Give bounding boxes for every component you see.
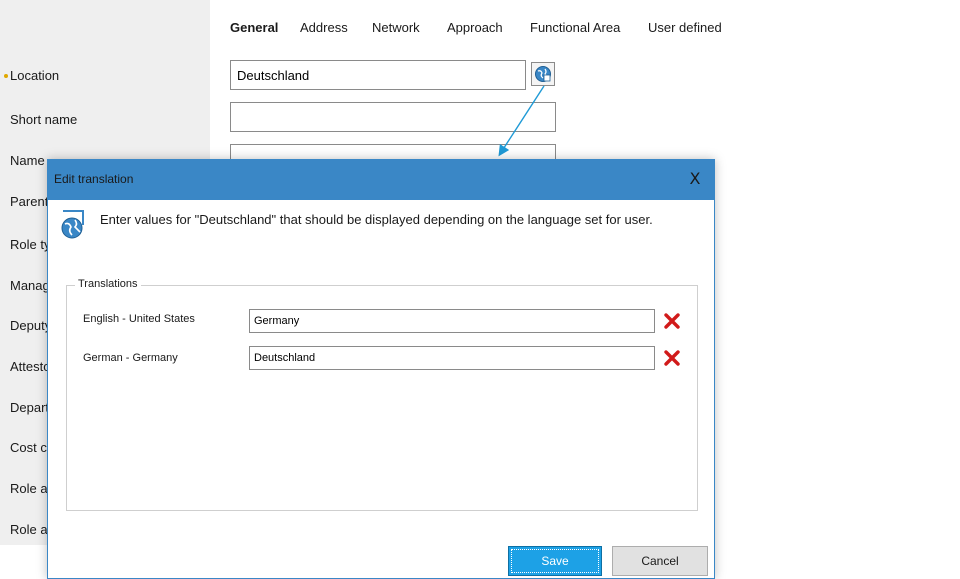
translation-input-de-de[interactable] (249, 346, 655, 370)
short-name-input[interactable] (230, 102, 556, 132)
tab-approach[interactable]: Approach (447, 20, 503, 35)
globe-edit-icon (61, 210, 84, 239)
dialog-title: Edit translation (54, 172, 134, 186)
tab-user-defined[interactable]: User defined (648, 20, 722, 35)
delete-button-de-de[interactable] (661, 347, 683, 369)
dialog-message: Enter values for "Deutschland" that shou… (100, 212, 653, 227)
globe-edit-icon (535, 66, 551, 82)
required-marker (4, 74, 8, 78)
translations-group: Translations English - United States Ger… (66, 278, 698, 511)
location-input[interactable] (230, 60, 526, 90)
tab-address[interactable]: Address (300, 20, 348, 35)
translate-button[interactable] (531, 62, 555, 86)
language-label-en-us: English - United States (83, 313, 195, 325)
name-label: Name (10, 153, 45, 168)
language-label-de-de: German - Germany (83, 352, 178, 364)
close-icon[interactable]: X (684, 168, 706, 190)
delete-x-icon (664, 313, 680, 329)
translations-legend: Translations (75, 278, 141, 290)
tab-network[interactable]: Network (372, 20, 420, 35)
delete-x-icon (664, 350, 680, 366)
parent-label: Parent (10, 194, 49, 209)
tab-functional-area[interactable]: Functional Area (530, 20, 620, 35)
dialog-titlebar[interactable]: Edit translation X (48, 160, 714, 200)
edit-translation-dialog: Edit translation X Enter values for "Deu… (47, 159, 715, 579)
deputy-label: Deputy (10, 318, 52, 333)
translation-input-en-us[interactable] (249, 309, 655, 333)
short-name-label: Short name (10, 112, 78, 127)
cancel-button[interactable]: Cancel (612, 546, 708, 576)
delete-button-en-us[interactable] (661, 310, 683, 332)
tab-general[interactable]: General (230, 20, 278, 35)
location-label: Location (10, 68, 60, 83)
save-button[interactable]: Save (508, 546, 602, 576)
tabs-bar: General Address Network Approach Functio… (210, 0, 960, 56)
